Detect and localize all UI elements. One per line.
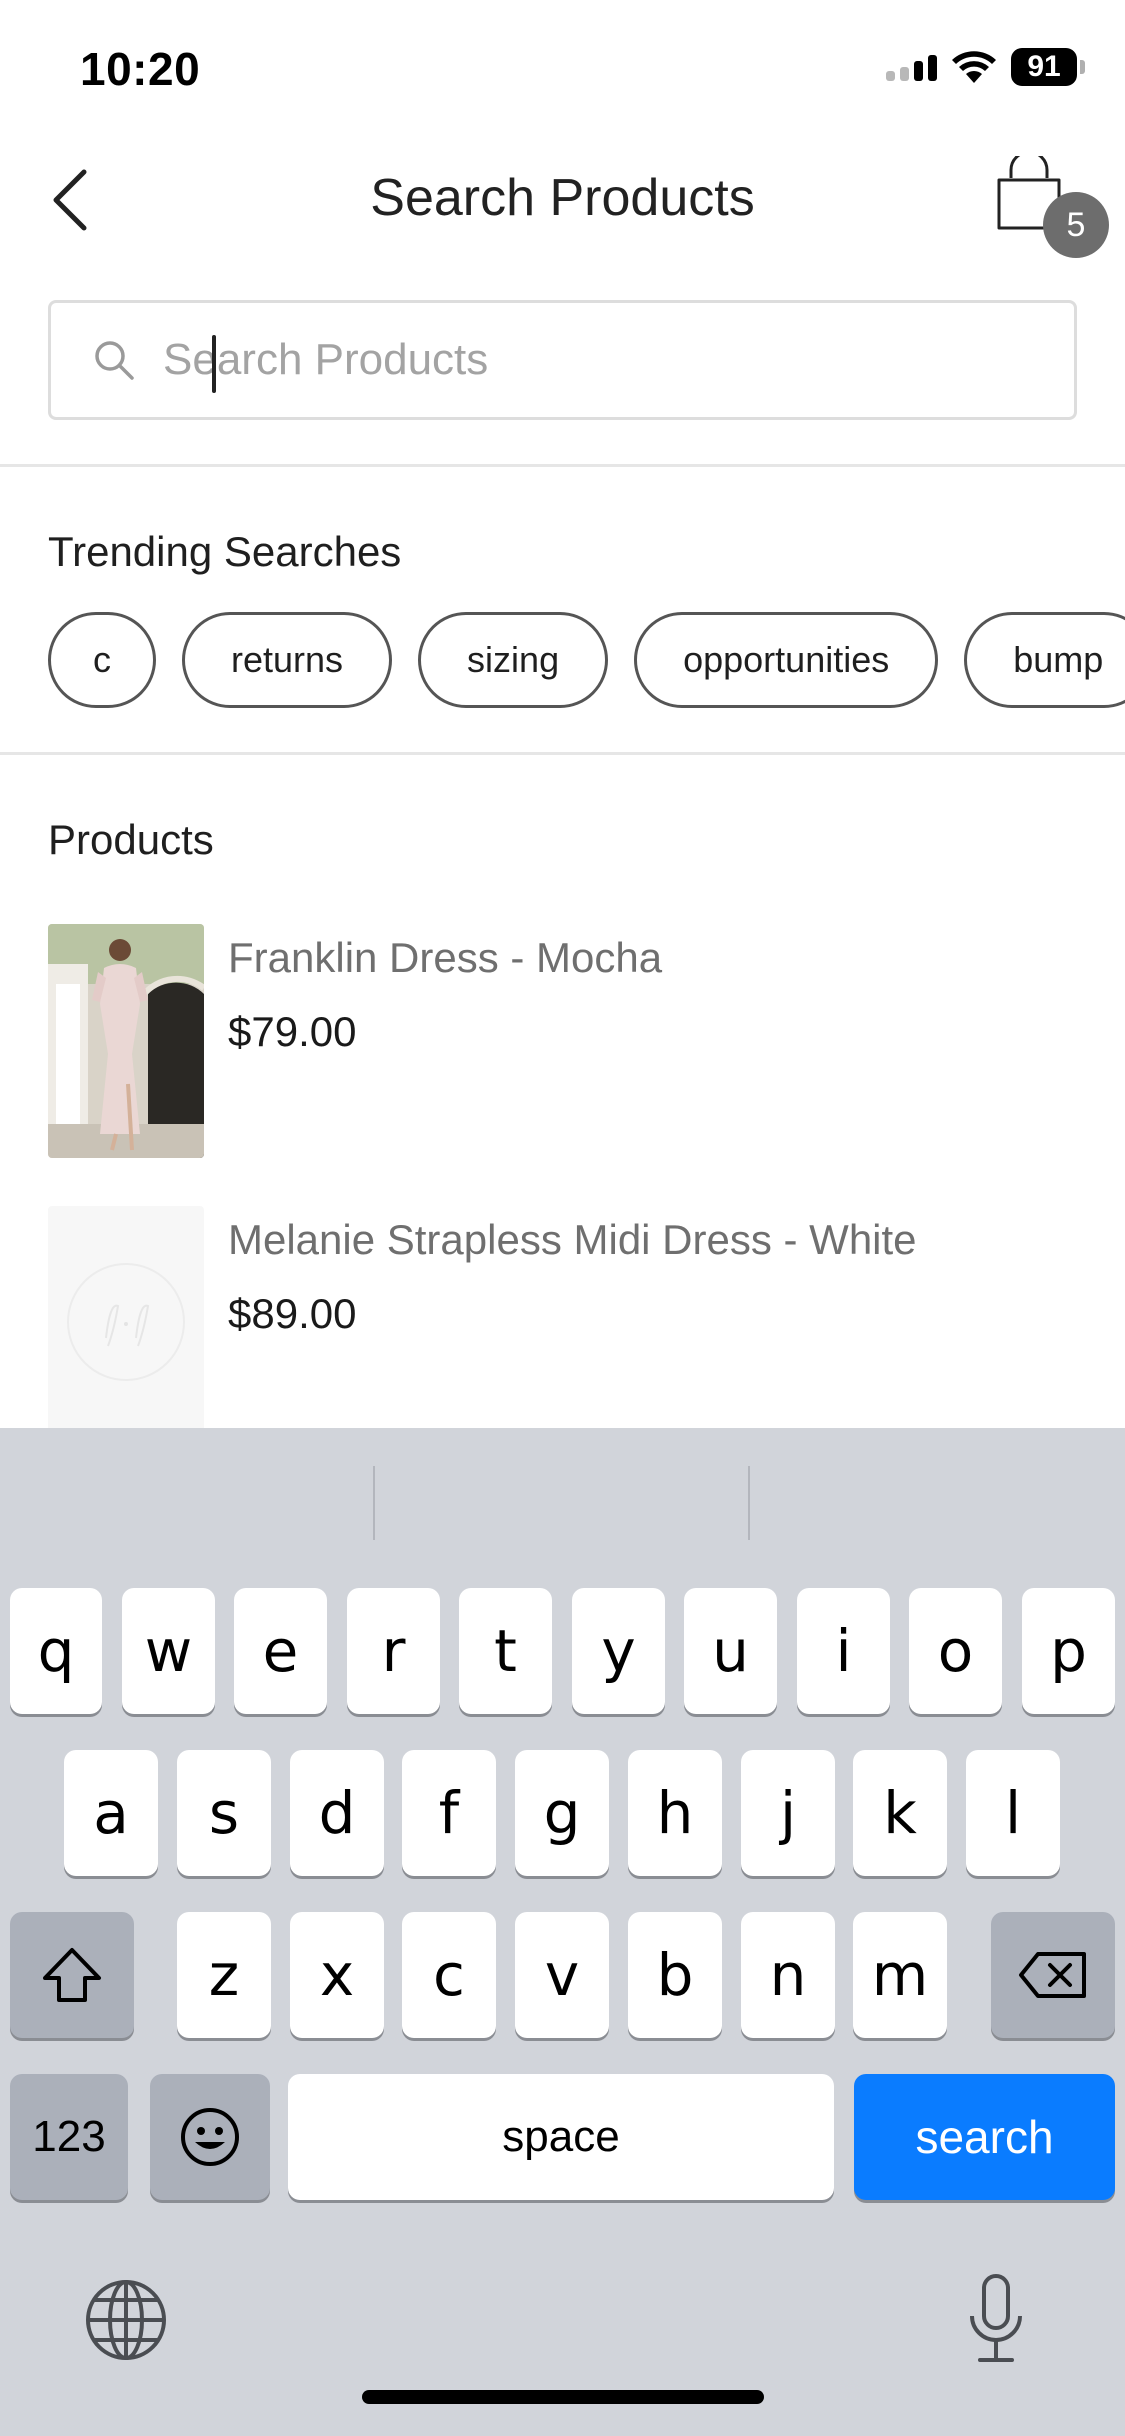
key-s[interactable]: s <box>177 1750 271 1876</box>
key-h[interactable]: h <box>628 1750 722 1876</box>
header: Search Products 5 <box>0 140 1125 260</box>
cart-count-badge: 5 <box>1043 192 1109 258</box>
search-key[interactable]: search <box>854 2074 1115 2200</box>
status-time: 10:20 <box>80 43 201 95</box>
trending-chip[interactable]: returns <box>182 612 393 708</box>
cart-button[interactable]: 5 <box>985 156 1109 266</box>
key-e[interactable]: e <box>234 1588 327 1714</box>
search-field[interactable] <box>48 300 1077 420</box>
emoji-key[interactable] <box>150 2074 270 2200</box>
dictation-button[interactable] <box>956 2270 1036 2370</box>
wifi-icon <box>952 51 996 83</box>
globe-button[interactable] <box>82 2276 170 2364</box>
key-g[interactable]: g <box>515 1750 609 1876</box>
key-w[interactable]: w <box>122 1588 215 1714</box>
key-v[interactable]: v <box>515 1912 609 2038</box>
product-image-placeholder <box>48 1206 204 1440</box>
search-input[interactable] <box>163 320 1043 400</box>
divider <box>0 464 1125 467</box>
battery-icon: 91 <box>1011 48 1085 86</box>
home-indicator[interactable] <box>362 2390 764 2404</box>
delete-key[interactable] <box>991 1912 1115 2038</box>
key-j[interactable]: j <box>741 1750 835 1876</box>
trending-chip[interactable]: opportunities <box>634 612 939 708</box>
trending-title: Trending Searches <box>48 528 402 575</box>
trending-chip[interactable]: sizing <box>418 612 609 708</box>
numbers-key[interactable]: 123 <box>10 2074 128 2200</box>
product-item[interactable]: Melanie Strapless Midi Dress - White $89… <box>48 1206 1088 1436</box>
globe-icon <box>86 2280 166 2360</box>
key-t[interactable]: t <box>459 1588 552 1714</box>
key-i[interactable]: i <box>797 1588 890 1714</box>
products-title: Products <box>48 816 214 863</box>
key-l[interactable]: l <box>966 1750 1060 1876</box>
suggestion-divider <box>373 1466 375 1540</box>
on-screen-keyboard: q w e r t y u i o p a s d f g h j k l z … <box>0 1428 1125 2436</box>
key-c[interactable]: c <box>402 1912 496 2038</box>
space-key[interactable]: space <box>288 2074 834 2200</box>
key-m[interactable]: m <box>853 1912 947 2038</box>
key-b[interactable]: b <box>628 1912 722 2038</box>
key-q[interactable]: q <box>10 1588 102 1714</box>
magnifier-icon <box>89 335 139 385</box>
key-f[interactable]: f <box>402 1750 496 1876</box>
key-p[interactable]: p <box>1022 1588 1115 1714</box>
suggestion-divider <box>748 1466 750 1540</box>
product-price: $89.00 <box>228 1290 357 1337</box>
key-n[interactable]: n <box>741 1912 835 2038</box>
key-r[interactable]: r <box>347 1588 440 1714</box>
trending-chip[interactable]: bump <box>964 612 1125 708</box>
key-k[interactable]: k <box>853 1750 947 1876</box>
shift-arrow-icon <box>43 1948 101 2002</box>
product-name: Franklin Dress - Mocha <box>228 934 663 981</box>
divider <box>0 752 1125 755</box>
trending-chip[interactable]: c <box>48 612 156 708</box>
microphone-icon <box>970 2274 1022 2362</box>
key-y[interactable]: y <box>572 1588 665 1714</box>
key-u[interactable]: u <box>684 1588 777 1714</box>
key-x[interactable]: x <box>290 1912 384 2038</box>
key-d[interactable]: d <box>290 1750 384 1876</box>
shift-key[interactable] <box>10 1912 134 2038</box>
status-indicators: 91 <box>886 48 1085 86</box>
backspace-icon <box>1019 1952 1086 1998</box>
battery-level: 91 <box>1011 48 1077 86</box>
product-item[interactable]: Franklin Dress - Mocha $79.00 <box>48 924 1088 1158</box>
key-a[interactable]: a <box>64 1750 158 1876</box>
emoji-icon <box>181 2108 239 2166</box>
page-title: Search Products <box>370 169 755 227</box>
key-z[interactable]: z <box>177 1912 271 2038</box>
product-name: Melanie Strapless Midi Dress - White <box>228 1216 917 1263</box>
status-bar: 10:20 91 <box>0 0 1125 132</box>
text-cursor <box>212 335 216 393</box>
product-price: $79.00 <box>228 1008 357 1055</box>
key-o[interactable]: o <box>909 1588 1002 1714</box>
trending-chips: c returns sizing opportunities bump <box>48 612 1125 708</box>
product-image <box>48 924 204 1158</box>
cellular-signal-icon <box>886 53 937 81</box>
